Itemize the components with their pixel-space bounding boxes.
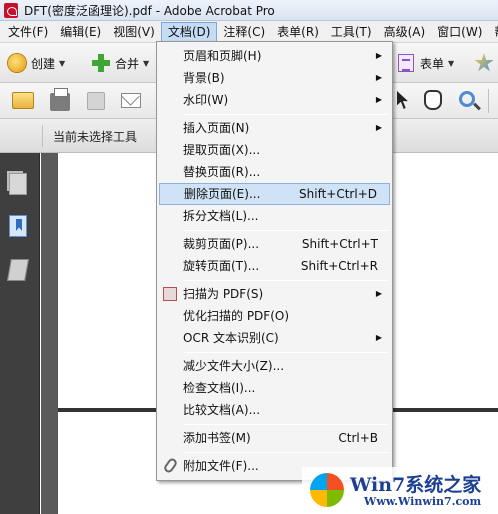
- select-tool-button[interactable]: [397, 91, 411, 109]
- merge-label: 合并: [115, 56, 140, 71]
- menu-item-replace-pages[interactable]: 替换页面(R)...: [159, 161, 390, 183]
- chevron-down-icon: ▼: [143, 58, 150, 68]
- acrobat-pdf-icon: [4, 2, 18, 18]
- folder-icon: [12, 92, 34, 109]
- email-button[interactable]: [121, 93, 141, 108]
- toolbar-divider: [42, 125, 43, 147]
- navigation-pane: [0, 153, 40, 514]
- menu-edit[interactable]: 编辑(E): [54, 22, 107, 42]
- menu-bar: 文件(F) 编辑(E) 视图(V) 文档(D) 注释(C) 表单(R) 工具(T…: [0, 21, 498, 43]
- shortcut-text: Ctrl+B: [338, 431, 378, 445]
- menu-item-delete-pages[interactable]: 删除页面(E)... Shift+Ctrl+D: [159, 183, 390, 205]
- page-thumbnails-icon[interactable]: [9, 173, 27, 195]
- menu-item-ocr[interactable]: OCR 文本识别(C) ▶: [159, 327, 390, 349]
- shortcut-text: Shift+Ctrl+D: [299, 187, 377, 201]
- paperclip-icon: [162, 456, 179, 475]
- open-button[interactable]: [12, 92, 34, 109]
- save-icon: [87, 92, 105, 110]
- print-button[interactable]: [50, 88, 70, 111]
- submenu-arrow-icon: ▶: [375, 289, 382, 298]
- merge-button[interactable]: 合并 ▼: [92, 54, 149, 72]
- submenu-arrow-icon: ▶: [375, 123, 382, 132]
- menu-item-crop-pages[interactable]: 裁剪页面(P)... Shift+Ctrl+T: [159, 233, 390, 255]
- submenu-arrow-icon: ▶: [375, 95, 382, 104]
- menu-document[interactable]: 文档(D): [160, 21, 218, 42]
- menu-item-extract-pages[interactable]: 提取页面(X)...: [159, 139, 390, 161]
- create-icon: [8, 54, 26, 72]
- hand-icon: [424, 90, 442, 110]
- menu-item-split-document[interactable]: 拆分文档(L)...: [159, 205, 390, 227]
- menu-view[interactable]: 视图(V): [107, 22, 161, 42]
- document-menu-dropdown: 页眉和页脚(H) ▶ 背景(B) ▶ 水印(W) ▶ 插入页面(N) ▶ 提取页…: [156, 41, 393, 481]
- watermark-title: Win7系统之家: [350, 474, 482, 496]
- tool-status-text: 当前未选择工具: [53, 130, 138, 144]
- menu-separator: [183, 424, 388, 425]
- chevron-down-icon: ▼: [59, 58, 66, 68]
- menu-item-insert-pages[interactable]: 插入页面(N) ▶: [159, 117, 390, 139]
- menu-item-examine-document[interactable]: 检查文档(I)...: [159, 377, 390, 399]
- print-icon: [50, 88, 70, 111]
- menu-advanced[interactable]: 高级(A): [378, 22, 432, 42]
- menu-comments[interactable]: 注释(C): [217, 22, 271, 42]
- window-title: DFT(密度泛函理论).pdf - Adobe Acrobat Pro: [24, 3, 275, 18]
- multimedia-button[interactable]: [474, 53, 494, 73]
- shortcut-text: Shift+Ctrl+R: [300, 259, 378, 273]
- forms-label: 表单: [420, 56, 445, 71]
- menu-item-reduce-size[interactable]: 减少文件大小(Z)...: [159, 355, 390, 377]
- menu-item-rotate-pages[interactable]: 旋转页面(T)... Shift+Ctrl+R: [159, 255, 390, 277]
- menu-separator: [183, 114, 388, 115]
- bookmarks-icon[interactable]: [9, 215, 27, 237]
- watermark-url: Www.Winwin7.com: [364, 495, 482, 508]
- menu-help[interactable]: 帮: [488, 22, 498, 42]
- site-watermark: Win7系统之家 Www.Winwin7.com: [302, 467, 498, 514]
- menu-separator: [183, 452, 388, 453]
- hand-tool-button[interactable]: [424, 90, 442, 110]
- zoom-tool-button[interactable]: [459, 91, 475, 107]
- menu-item-header-footer[interactable]: 页眉和页脚(H) ▶: [159, 45, 390, 67]
- menu-item-background[interactable]: 背景(B) ▶: [159, 67, 390, 89]
- title-bar: DFT(密度泛函理论).pdf - Adobe Acrobat Pro: [0, 0, 498, 21]
- menu-item-compare-documents[interactable]: 比较文档(A)...: [159, 399, 390, 421]
- create-label: 创建: [31, 56, 56, 71]
- mail-icon: [121, 93, 141, 108]
- submenu-arrow-icon: ▶: [375, 51, 382, 60]
- windows-logo-icon: [310, 473, 344, 507]
- zoom-icon: [459, 91, 475, 107]
- merge-icon: [92, 54, 110, 72]
- menu-forms[interactable]: 表单(R): [271, 22, 325, 42]
- menu-item-scan-to-pdf[interactable]: 扫描为 PDF(S) ▶: [159, 283, 390, 305]
- signatures-icon[interactable]: [7, 259, 29, 281]
- submenu-arrow-icon: ▶: [375, 333, 382, 342]
- menu-window[interactable]: 窗口(W): [431, 22, 488, 42]
- menu-separator: [183, 230, 388, 231]
- menu-item-optimize-scan[interactable]: 优化扫描的 PDF(O): [159, 305, 390, 327]
- chevron-down-icon: ▼: [448, 58, 455, 68]
- submenu-arrow-icon: ▶: [375, 73, 382, 82]
- forms-icon: [398, 54, 414, 72]
- forms-button[interactable]: 表单 ▼: [398, 54, 454, 72]
- save-button[interactable]: [87, 92, 105, 110]
- create-button[interactable]: 创建 ▼: [8, 54, 65, 72]
- menu-separator: [183, 280, 388, 281]
- menu-item-add-bookmark[interactable]: 添加书签(M) Ctrl+B: [159, 427, 390, 449]
- cursor-icon: [397, 91, 408, 109]
- toolbar-divider: [488, 89, 489, 113]
- scanner-icon: [163, 287, 177, 301]
- menu-file[interactable]: 文件(F): [2, 22, 54, 42]
- menu-separator: [183, 352, 388, 353]
- menu-item-watermark[interactable]: 水印(W) ▶: [159, 89, 390, 111]
- star-icon: [474, 53, 494, 72]
- menu-tools[interactable]: 工具(T): [325, 22, 378, 42]
- shortcut-text: Shift+Ctrl+T: [301, 237, 378, 251]
